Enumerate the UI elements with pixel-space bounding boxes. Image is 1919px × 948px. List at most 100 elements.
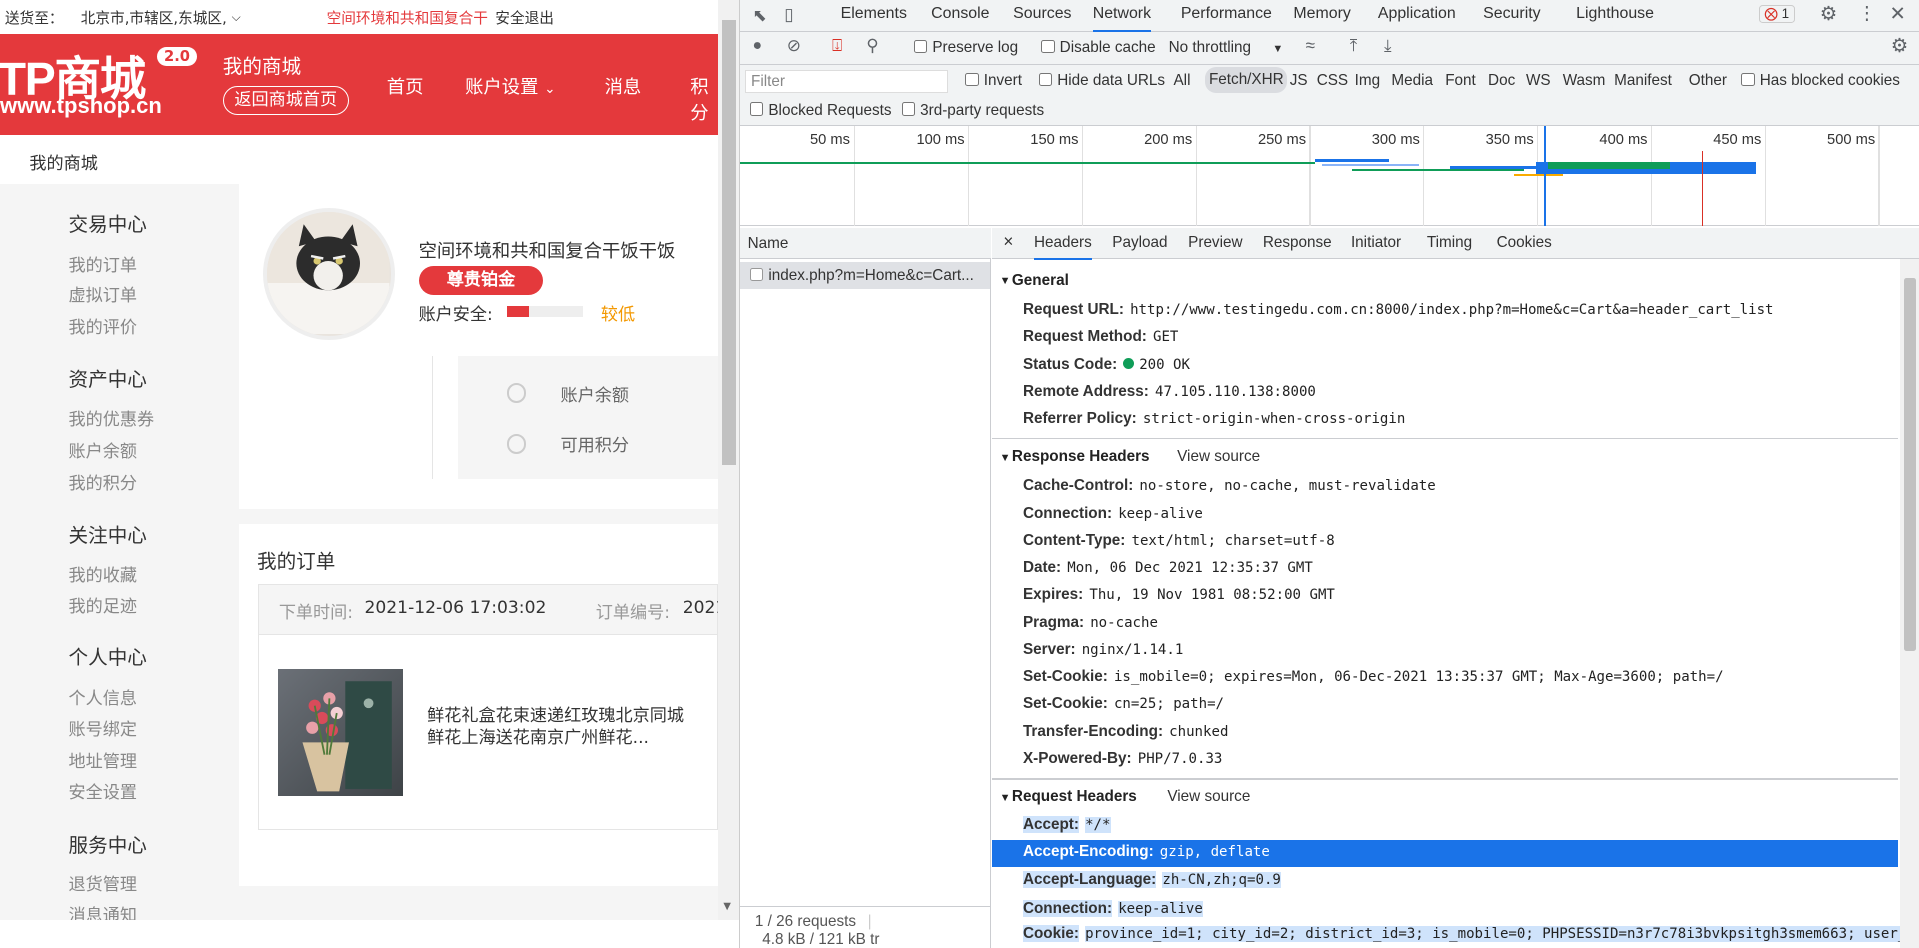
view-source-link[interactable]: View source	[1177, 448, 1260, 466]
detail-scroll-thumb[interactable]	[1904, 277, 1917, 652]
invert-checkbox[interactable]: Invert	[965, 72, 1022, 90]
nav-points[interactable]: 积分	[690, 73, 718, 125]
blocked-requests-checkbox[interactable]: Blocked Requests	[750, 102, 892, 120]
network-conditions-icon[interactable]: ≈	[1306, 35, 1315, 56]
filter-type-css[interactable]: CSS	[1317, 72, 1348, 90]
filter-type-ws[interactable]: WS	[1526, 72, 1551, 90]
header-row[interactable]: Request URL: http://www.testingedu.com.cn…	[1023, 301, 1774, 319]
sidebar-item-security[interactable]: 安全设置	[69, 778, 138, 803]
filter-type-fetch-xhr[interactable]: Fetch/XHR	[1205, 67, 1288, 93]
product-image[interactable]	[277, 669, 403, 796]
request-row[interactable]: index.php?m=Home&c=Cart...	[740, 261, 990, 289]
points-link[interactable]: 可用积分	[561, 431, 630, 456]
sidebar-item-addresses[interactable]: 地址管理	[69, 747, 138, 772]
gear-icon[interactable]: ⚙	[1820, 2, 1838, 26]
tab-cookies[interactable]: Cookies	[1497, 234, 1552, 252]
sidebar-item-personal-info[interactable]: 个人信息	[69, 684, 138, 709]
tab-sources[interactable]: Sources	[1013, 5, 1071, 23]
filter-type-img[interactable]: Img	[1355, 72, 1380, 90]
view-source-link[interactable]: View source	[1167, 788, 1250, 806]
disable-cache-checkbox[interactable]: Disable cache	[1041, 39, 1156, 57]
product-name[interactable]: 鲜花礼盒花束速递红玫瑰北京同城鲜花上海送花南京广州鲜花...	[427, 705, 684, 749]
network-settings-icon[interactable]: ⚙	[1891, 34, 1909, 58]
filter-type-doc[interactable]: Doc	[1488, 72, 1515, 90]
filter-type-media[interactable]: Media	[1391, 72, 1433, 90]
header-row[interactable]: Cookie: province_id=1; city_id=2; distric…	[1022, 925, 1915, 943]
breadcrumb[interactable]: 我的商城	[29, 149, 98, 174]
sidebar-item-my-reviews[interactable]: 我的评价	[69, 313, 138, 338]
throttling-select[interactable]: No throttling ▼	[1169, 39, 1284, 57]
sidebar-item-returns[interactable]: 退货管理	[69, 870, 138, 895]
tab-initiator[interactable]: Initiator	[1351, 234, 1401, 252]
header-row[interactable]: Date: Mon, 06 Dec 2021 12:35:37 GMT	[1023, 559, 1313, 577]
tab-network[interactable]: Network	[1092, 5, 1152, 33]
header-row[interactable]: Referrer Policy: strict-origin-when-cross…	[1023, 410, 1405, 428]
tab-lighthouse[interactable]: Lighthouse	[1576, 5, 1654, 23]
close-icon[interactable]: ✕	[1889, 2, 1905, 26]
filter-type-font[interactable]: Font	[1445, 72, 1476, 90]
header-row[interactable]: X-Powered-By: PHP/7.0.33	[1023, 750, 1222, 768]
network-overview-timeline[interactable]: 50 ms 100 ms 150 ms 200 ms 250 ms 300 ms…	[740, 126, 1919, 227]
record-icon[interactable]: ●	[752, 37, 762, 55]
filter-type-all[interactable]: All	[1173, 72, 1190, 90]
preserve-log-checkbox[interactable]: Preserve log	[914, 39, 1018, 57]
nav-messages[interactable]: 消息	[605, 73, 642, 99]
tab-memory[interactable]: Memory	[1293, 5, 1350, 23]
tab-security[interactable]: Security	[1483, 5, 1540, 23]
tab-application[interactable]: Application	[1378, 5, 1456, 23]
header-row[interactable]: Pragma: no-cache	[1023, 614, 1158, 632]
filter-type-js[interactable]: JS	[1290, 72, 1308, 90]
sidebar-item-favorites[interactable]: 我的收藏	[69, 561, 138, 586]
header-row[interactable]: Expires: Thu, 19 Nov 1981 08:52:00 GMT	[1023, 586, 1335, 604]
back-to-mall-button[interactable]: 返回商城首页	[222, 85, 349, 116]
vertical-scrollbar[interactable]: ▼	[718, 0, 740, 921]
sidebar-item-notifications[interactable]: 消息通知	[69, 901, 138, 921]
filter-type-other[interactable]: Other	[1689, 72, 1727, 90]
has-blocked-cookies-checkbox[interactable]: Has blocked cookies	[1741, 72, 1900, 90]
filter-type-wasm[interactable]: Wasm	[1563, 72, 1606, 90]
export-har-icon[interactable]: ⤓	[1384, 35, 1392, 56]
tab-performance[interactable]: Performance	[1181, 5, 1272, 23]
chevron-down-icon[interactable]: ⌵	[232, 10, 241, 25]
balance-link[interactable]: 账户余额	[561, 381, 630, 406]
error-counter[interactable]: ⨂ 1	[1758, 4, 1795, 23]
clear-icon[interactable]: ⊘	[787, 35, 801, 56]
tab-payload[interactable]: Payload	[1112, 234, 1167, 252]
tab-preview[interactable]: Preview	[1188, 234, 1242, 252]
hide-data-urls-checkbox[interactable]: Hide data URLs	[1038, 72, 1165, 90]
sidebar-item-footprints[interactable]: 我的足迹	[69, 592, 138, 617]
header-row[interactable]: Request Method: GET	[1023, 328, 1178, 346]
header-row[interactable]: Set-Cookie: cn=25; path=/	[1023, 695, 1224, 713]
header-row[interactable]: Set-Cookie: is_mobile=0; expires=Mon, 06-…	[1023, 668, 1724, 686]
header-row[interactable]: Connection: keep-alive	[1022, 899, 1203, 918]
sidebar-item-points[interactable]: 我的积分	[69, 469, 138, 494]
user-link[interactable]: 空间环境和共和国复合干	[327, 7, 488, 28]
header-row[interactable]: Accept: */*	[1022, 816, 1111, 834]
nav-account-settings[interactable]: 账户设置 ⌄	[465, 73, 556, 99]
filter-icon[interactable]: ⍗	[832, 35, 842, 56]
address-selector[interactable]: 北京市,市辖区,东城区,	[81, 7, 227, 28]
vertical-scroll-thumb[interactable]	[722, 19, 736, 466]
header-row[interactable]: Content-Type: text/html; charset=utf-8	[1023, 532, 1335, 550]
header-row[interactable]: Remote Address: 47.105.110.138:8000	[1023, 383, 1316, 401]
sidebar-item-coupons[interactable]: 我的优惠券	[69, 405, 155, 430]
detail-scrollbar[interactable]	[1900, 259, 1919, 948]
header-row[interactable]: Server: nginx/1.14.1	[1023, 641, 1183, 659]
header-row-highlighted[interactable]: Accept-Encoding: gzip, deflate	[992, 839, 1899, 867]
name-column-header[interactable]: Name	[740, 227, 992, 260]
sidebar-item-virtual-orders[interactable]: 虚拟订单	[69, 281, 138, 306]
response-headers-section-header[interactable]: ▼ Response Headers View source	[992, 448, 1898, 466]
third-party-checkbox[interactable]: 3rd-party requests	[901, 102, 1044, 120]
sidebar-item-my-orders[interactable]: 我的订单	[69, 251, 138, 276]
general-section-header[interactable]: ▼ General	[992, 272, 1898, 290]
filter-input[interactable]: Filter	[745, 69, 949, 93]
tab-headers[interactable]: Headers	[1033, 234, 1092, 260]
tab-timing[interactable]: Timing	[1427, 234, 1472, 252]
request-headers-section-header[interactable]: ▼ Request Headers View source	[992, 788, 1898, 806]
header-row[interactable]: Connection: keep-alive	[1023, 505, 1203, 523]
sidebar-item-account-binding[interactable]: 账号绑定	[69, 715, 138, 740]
more-options-icon[interactable]: ⋮	[1858, 2, 1876, 24]
nav-home[interactable]: 首页	[387, 73, 424, 99]
scroll-down-icon[interactable]: ▼	[723, 901, 731, 912]
sidebar-item-balance[interactable]: 账户余额	[69, 437, 138, 462]
